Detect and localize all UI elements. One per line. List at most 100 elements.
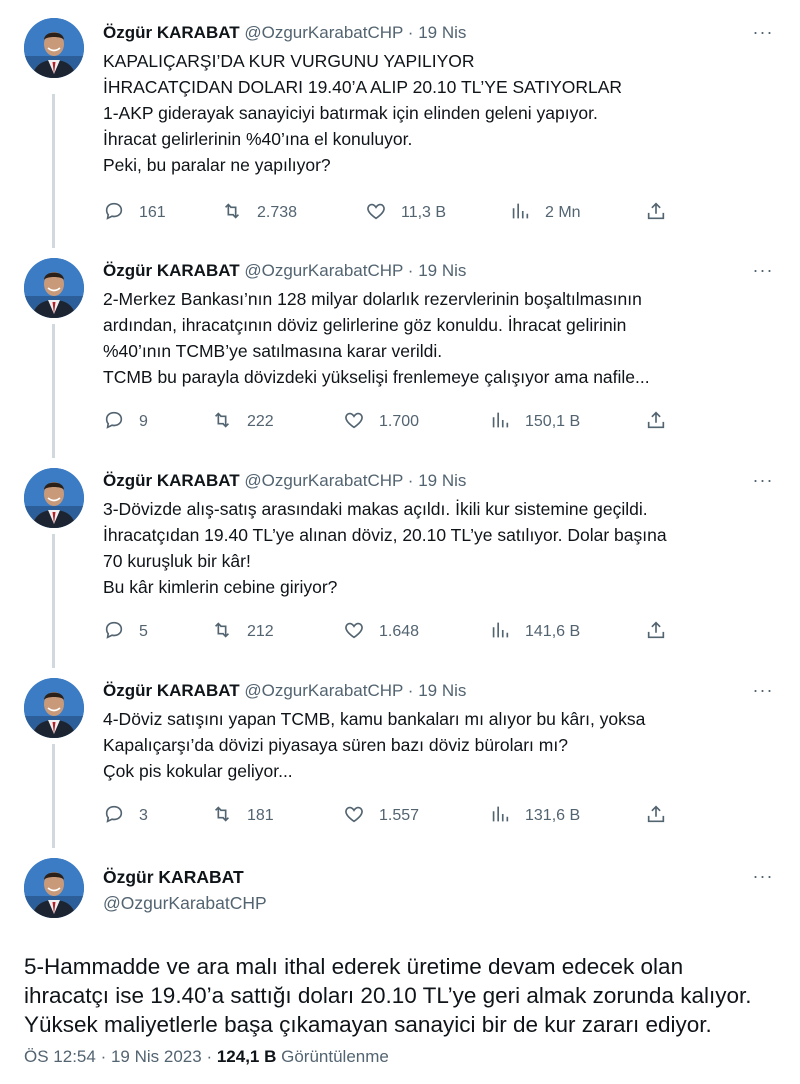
tweet-text-line: 4-Döviz satışını yapan TCMB, kamu bankal…: [103, 709, 646, 729]
reply-count: 161: [139, 204, 166, 221]
reply-icon: [103, 409, 125, 436]
avatar[interactable]: [24, 678, 84, 738]
separator-dot: ·: [407, 471, 414, 490]
author-handle[interactable]: @OzgurKarabatCHP: [244, 471, 403, 490]
tweet-time[interactable]: 19 Nis: [418, 261, 466, 280]
focused-tweet-text: 5-Hammadde ve ara malı ithal ederek üret…: [24, 952, 752, 1039]
tweet-header: Özgür KARABAT @OzgurKarabatCHP · 19 Nis: [103, 260, 770, 282]
retweet-button[interactable]: 222: [211, 410, 274, 434]
tweet-text-line: Kapalıçarşı’da dövizi piyasaya süren baz…: [103, 735, 568, 755]
avatar[interactable]: [24, 258, 84, 318]
tweet-text: 2-Merkez Bankası’nın 128 milyar dolarlık…: [103, 286, 770, 390]
like-count: 1.648: [379, 623, 420, 640]
tweet-header: Özgür KARABAT @OzgurKarabatCHP · 19 Nis: [103, 22, 770, 44]
tweet-text-line: Peki, bu paralar ne yapılıyor?: [103, 155, 331, 175]
tweet-actions: 9 222 1.700 150,1 B: [103, 410, 673, 434]
reply-icon: [103, 200, 125, 227]
views-button[interactable]: 141,6 B: [489, 620, 580, 644]
tweet-text-line: %40’ının TCMB’ye satılmasına karar veril…: [103, 341, 443, 361]
retweet-count: 212: [247, 623, 274, 640]
more-options-icon[interactable]: ···: [750, 260, 776, 286]
like-button[interactable]: 1.700: [343, 410, 419, 434]
author-name[interactable]: Özgür KARABAT: [103, 23, 240, 42]
reply-count: 9: [139, 413, 148, 430]
like-count: 1.700: [379, 413, 420, 430]
tweet-text-line: İHRACATÇIDAN DOLARI 19.40’A ALIP 20.10 T…: [103, 77, 623, 97]
share-button[interactable]: [645, 620, 667, 644]
author-handle[interactable]: @OzgurKarabatCHP: [103, 892, 770, 914]
views-button[interactable]: 131,6 B: [489, 804, 580, 828]
thread-line: [52, 744, 55, 848]
tweet-timestamp[interactable]: ÖS 12:54: [24, 1047, 96, 1066]
tweet-header: Özgür KARABAT @OzgurKarabatCHP · 19 Nis: [103, 470, 770, 492]
avatar[interactable]: [24, 18, 84, 78]
bar-chart-icon: [489, 409, 511, 436]
heart-icon: [365, 200, 387, 227]
retweet-button[interactable]: 212: [211, 620, 274, 644]
tweet-text-line: İhracat gelirlerinin %40’ına el konuluyo…: [103, 129, 413, 149]
tweet-text-line: 3-Dövizde alış-satış arasındaki makas aç…: [103, 499, 648, 519]
author-handle[interactable]: @OzgurKarabatCHP: [244, 261, 403, 280]
like-button[interactable]: 1.557: [343, 804, 419, 828]
more-options-icon[interactable]: ···: [750, 22, 776, 48]
retweet-button[interactable]: 2.738: [221, 201, 297, 225]
reply-button[interactable]: 161: [103, 201, 166, 225]
separator-dot: ·: [407, 23, 414, 42]
heart-icon: [343, 803, 365, 830]
tweet-actions: 5 212 1.648 141,6 B: [103, 620, 673, 644]
heart-icon: [343, 619, 365, 646]
share-button[interactable]: [645, 201, 667, 225]
view-count: 2 Mn: [545, 204, 581, 221]
reply-count: 5: [139, 623, 148, 640]
share-button[interactable]: [645, 804, 667, 828]
retweet-icon: [211, 409, 233, 436]
reply-button[interactable]: 5: [103, 620, 148, 644]
tweet-time[interactable]: 19 Nis: [418, 681, 466, 700]
view-count: 150,1 B: [525, 413, 581, 430]
retweet-icon: [211, 619, 233, 646]
author-name[interactable]: Özgür KARABAT: [103, 261, 240, 280]
tweet-text-line: Çok pis kokular geliyor...: [103, 761, 293, 781]
tweet-text-line: 70 kuruşluk bir kâr!: [103, 551, 251, 571]
reply-icon: [103, 803, 125, 830]
tweet-text-line: Bu kâr kimlerin cebine giriyor?: [103, 577, 338, 597]
author-handle[interactable]: @OzgurKarabatCHP: [244, 23, 403, 42]
more-options-icon[interactable]: ···: [750, 470, 776, 496]
tweet-text: 3-Dövizde alış-satış arasındaki makas aç…: [103, 496, 770, 600]
author-name[interactable]: Özgür KARABAT: [103, 681, 240, 700]
author-handle[interactable]: @OzgurKarabatCHP: [244, 681, 403, 700]
author-name[interactable]: Özgür KARABAT: [103, 866, 770, 888]
more-options-icon[interactable]: ···: [750, 866, 776, 892]
like-button[interactable]: 1.648: [343, 620, 419, 644]
heart-icon: [343, 409, 365, 436]
views-count: 124,1 B: [216, 1047, 277, 1066]
tweet-text-line: 5-Hammadde ve ara malı ithal ederek üret…: [24, 954, 684, 979]
thread-line: [52, 324, 55, 458]
tweet-text-line: KAPALIÇARŞI’DA KUR VURGUNU YAPILIYOR: [103, 51, 475, 71]
retweet-count: 181: [247, 807, 274, 824]
reply-button[interactable]: 9: [103, 410, 148, 434]
like-count: 1.557: [379, 807, 420, 824]
retweet-button[interactable]: 181: [211, 804, 274, 828]
thread-line: [52, 94, 55, 248]
like-button[interactable]: 11,3 B: [365, 201, 446, 225]
tweet-time[interactable]: 19 Nis: [418, 23, 466, 42]
tweet-time[interactable]: 19 Nis: [418, 471, 466, 490]
thread-line: [52, 534, 55, 668]
view-count: 141,6 B: [525, 623, 581, 640]
tweet-date[interactable]: 19 Nis 2023: [111, 1047, 202, 1066]
tweet-header: Özgür KARABAT @OzgurKarabatCHP · 19 Nis: [103, 680, 770, 702]
avatar[interactable]: [24, 468, 84, 528]
separator-dot: ·: [100, 1047, 107, 1066]
share-button[interactable]: [645, 410, 667, 434]
reply-button[interactable]: 3: [103, 804, 148, 828]
view-count: 131,6 B: [525, 807, 581, 824]
tweet-text-line: Yüksek maliyetlerle başa çıkamayan sanay…: [24, 1012, 712, 1037]
views-button[interactable]: 150,1 B: [489, 410, 580, 434]
avatar[interactable]: [24, 858, 84, 918]
tweet-text-line: 1-AKP giderayak sanayiciyi batırmak için…: [103, 103, 598, 123]
tweet-text-line: ihracatçı ise 19.40’a sattığı doları 20.…: [24, 983, 752, 1008]
author-name[interactable]: Özgür KARABAT: [103, 471, 240, 490]
views-button[interactable]: 2 Mn: [509, 201, 581, 225]
more-options-icon[interactable]: ···: [750, 680, 776, 706]
